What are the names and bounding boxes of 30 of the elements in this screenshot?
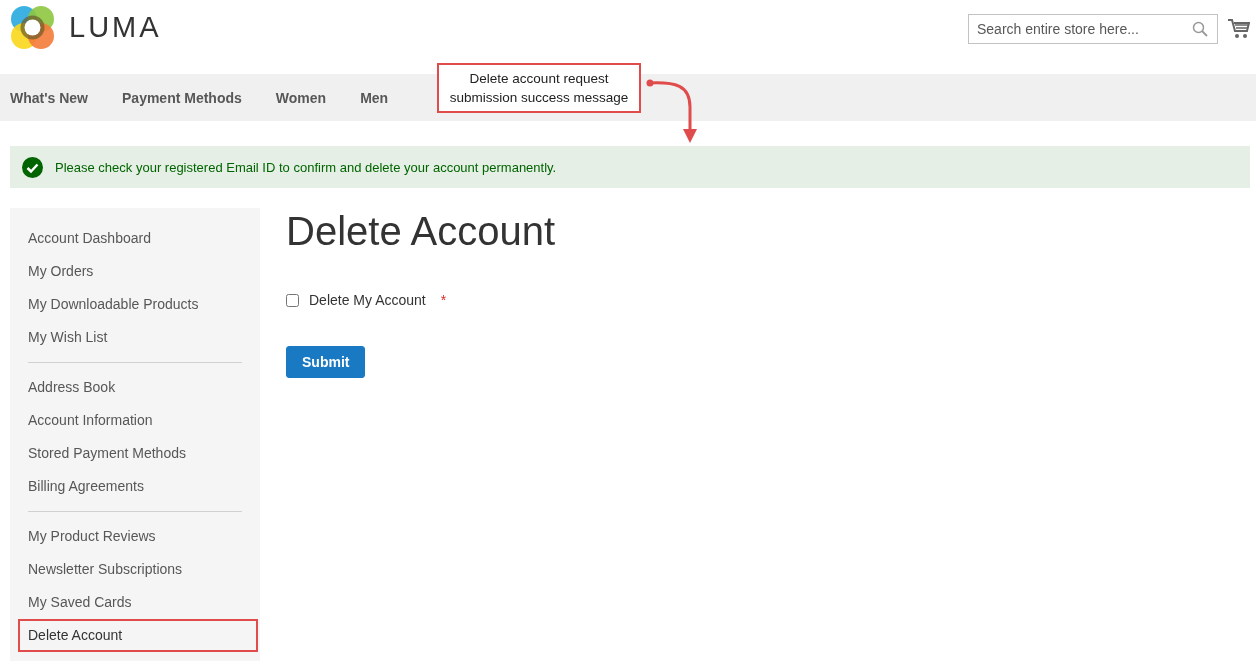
sidebar-link[interactable]: Address Book <box>18 371 258 404</box>
sidebar-link[interactable]: My Orders <box>18 255 258 288</box>
nav-link[interactable]: Men <box>360 89 389 106</box>
sidebar-link[interactable]: My Saved Cards <box>18 586 258 619</box>
annotation-arrow <box>645 77 697 145</box>
logo-icon[interactable] <box>10 5 55 50</box>
submit-button[interactable]: Submit <box>286 346 366 378</box>
sidebar-link[interactable]: Stored Payment Methods <box>18 437 258 470</box>
sidebar-link[interactable]: My Downloadable Products <box>18 288 258 321</box>
sidebar-link[interactable]: Account Information <box>18 404 258 437</box>
status-message: Please check your registered Email ID to confirm and delete your account permanently. <box>55 159 557 175</box>
checkmark-icon <box>22 156 43 178</box>
search-field[interactable]: Search entire store here... <box>968 14 1218 44</box>
delete-checkbox[interactable] <box>286 293 299 307</box>
sidebar-link[interactable]: My Product Reviews <box>18 520 258 553</box>
annotation-note: Delete account request submission success message <box>437 63 641 113</box>
nav-link[interactable]: Women <box>275 89 327 106</box>
sidebar-link[interactable]: My Wish List <box>18 321 258 354</box>
required-mark: * <box>440 292 447 308</box>
sidebar-link[interactable]: Newsletter Subscriptions <box>18 553 258 586</box>
cart-icon[interactable] <box>1228 19 1250 39</box>
nav-link[interactable]: Payment Methods <box>122 89 242 106</box>
checkbox-label: Delete My Account <box>309 292 426 308</box>
nav-link[interactable]: What's New <box>10 89 88 106</box>
sidebar-link[interactable]: Account Dashboard <box>18 222 258 255</box>
sidebar-link[interactable]: Delete Account <box>18 619 258 652</box>
sidebar-link[interactable]: Billing Agreements <box>18 470 258 503</box>
logo-text[interactable]: LUMA <box>69 11 162 44</box>
page-title: Delete Account <box>286 208 557 254</box>
search-icon[interactable] <box>1192 21 1208 37</box>
